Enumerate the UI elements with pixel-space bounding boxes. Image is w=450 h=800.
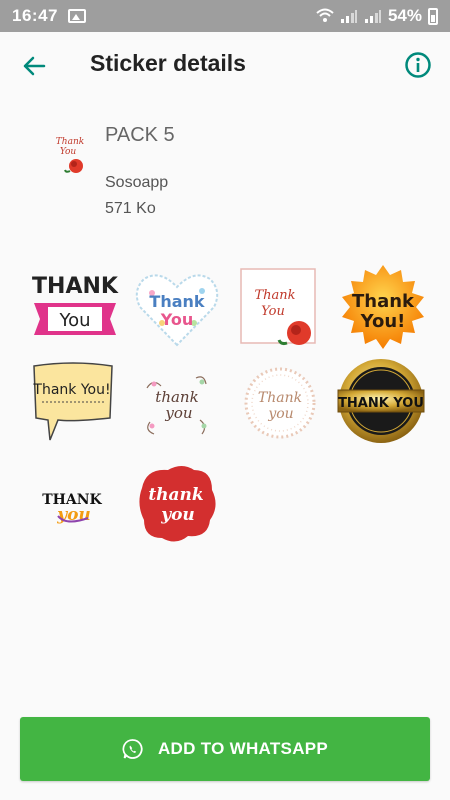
sticker-5[interactable]: Thank You! [28,358,118,448]
status-right: 54% [316,6,438,26]
sticker-9[interactable]: THANK you [30,458,120,548]
status-time: 16:47 [12,6,58,25]
pack-size: 571 Ko [105,200,156,217]
sticker-1-text-2: You [58,310,90,331]
add-button-label: ADD TO WHATSAPP [157,739,329,758]
sticker-7-text-2: you [267,406,293,422]
pack-author: Sosoapp [105,174,169,191]
pack-tray-icon: Thank You [56,137,84,173]
sticker-4-text-2: You! [360,311,406,332]
add-to-whatsapp-button[interactable]: ADD TO WHATSAPP [20,717,430,781]
status-bar: 16:47 54% [0,0,450,32]
arrow-back-icon[interactable] [20,52,48,80]
signal-icon [340,10,357,23]
sticker-6[interactable]: thank you [132,358,222,448]
sticker-10-text-2: you [160,505,195,525]
signal-icon-2 [364,10,381,23]
sticker-8[interactable]: THANK YOU [336,356,426,446]
sticker-3-text-2: You [261,304,285,319]
whatsapp-icon [122,739,143,759]
toolbar: Sticker details [0,32,450,98]
pack-header: Thank You PACK 5 Sosoapp 571 Ko [0,110,450,230]
battery-percent: 54% [387,6,422,25]
sticker-7[interactable]: Thank you [235,358,325,448]
tray-text-1: Thank [56,137,84,147]
battery-icon [428,7,438,25]
info-icon[interactable] [404,51,432,79]
wifi-icon [316,8,334,22]
sticker-1-text-1: THANK [32,274,119,299]
page-title: Sticker details [90,50,246,76]
gallery-notification-icon [67,9,86,23]
sticker-4[interactable]: Thank You! [338,263,428,353]
sticker-2-text-1: Thank [149,292,204,311]
sticker-10[interactable]: thank you [132,458,222,548]
pack-name: PACK 5 [105,124,175,146]
sticker-4-text-1: Thank [352,291,415,312]
sticker-8-text-1: THANK YOU [338,396,424,411]
sticker-2-text-2: You [160,310,194,329]
sticker-5-text-1: Thank You! [32,382,110,398]
sticker-7-text-1: Thank [258,390,302,406]
sticker-1[interactable]: THANK You [30,263,120,353]
sticker-10-text-1: thank [148,485,203,505]
sticker-2[interactable]: Thank You [132,263,222,353]
tray-text-2: You [60,147,77,157]
sticker-3[interactable]: Thank You [235,263,325,353]
sticker-6-text-2: you [164,404,192,422]
sticker-3-text-1: Thank [254,288,295,303]
